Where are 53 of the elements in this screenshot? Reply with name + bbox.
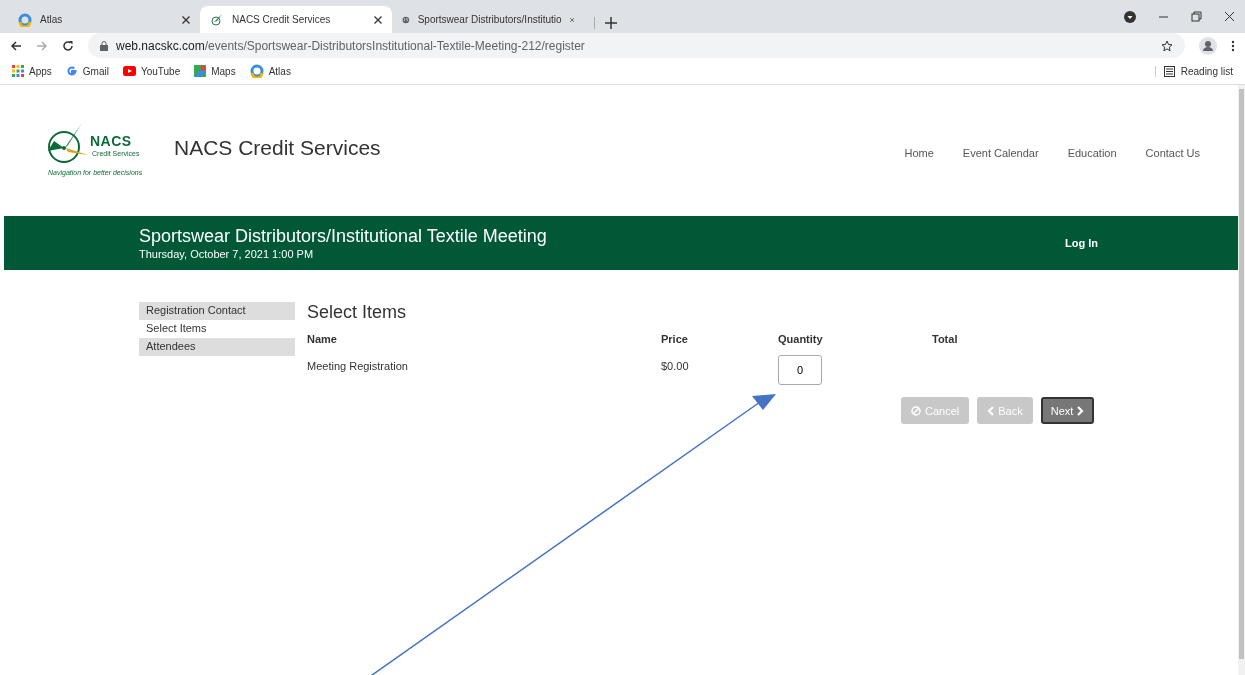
event-title: Sportswear Distributors/Institutional Textile Meeting — [139, 226, 547, 247]
back-arrow-icon[interactable] — [10, 39, 22, 52]
address-bar[interactable]: web.nacskc.com/events/Sportswear-DistributorsInstitutional-Textile-Meeting-212/register — [88, 33, 1185, 58]
column-header: Total — [932, 333, 959, 347]
section-title: Select Items — [307, 302, 408, 323]
bookmark[interactable]: Maps — [194, 65, 236, 77]
play-icon — [122, 66, 136, 76]
list-icon — [1163, 65, 1175, 77]
quantity-field[interactable]: 0 — [778, 355, 822, 385]
close-icon[interactable] — [1224, 11, 1235, 22]
close-icon[interactable] — [374, 15, 382, 24]
column-header: Name — [307, 333, 338, 347]
close-icon[interactable] — [182, 15, 190, 24]
restore-icon[interactable] — [1191, 11, 1202, 22]
g-logo-icon — [65, 65, 78, 77]
bookmark[interactable]: Gmail — [65, 65, 109, 77]
reading-list-button[interactable]: Reading list — [1154, 65, 1233, 77]
nav-link[interactable]: Home — [904, 146, 934, 159]
bookmark[interactable]: Apps — [12, 65, 52, 77]
step-item[interactable]: Registration Contact — [139, 302, 295, 320]
grid-icon — [12, 65, 24, 77]
nav-link[interactable]: Contact Us — [1145, 146, 1200, 159]
scrollbar-thumb[interactable] — [1239, 89, 1244, 659]
nav-link[interactable]: Education — [1067, 146, 1117, 159]
bookmark[interactable]: YouTube — [122, 65, 181, 77]
bookmark[interactable]: Atlas — [249, 64, 291, 78]
profile-icon[interactable] — [1199, 36, 1217, 55]
chevron-right-icon — [1077, 405, 1085, 416]
plus-icon[interactable] — [594, 17, 617, 29]
column-header: Price — [661, 333, 689, 347]
dropdown-icon[interactable] — [1124, 10, 1136, 23]
next-button[interactable]: Next — [1040, 397, 1095, 424]
site-name: NACS Credit Services — [174, 135, 381, 160]
ring-logo-icon — [18, 12, 32, 27]
browser-tab[interactable]: Sportswear Distributors/Institutio — [392, 6, 584, 33]
logo-wordmark: NACS — [90, 132, 132, 149]
lock-icon — [100, 40, 108, 51]
browser-tab[interactable]: NACS Credit Services — [200, 6, 392, 33]
table-cell: $0.00 — [661, 360, 689, 372]
chevron-left-icon — [987, 405, 995, 416]
browser-tab[interactable]: Atlas — [8, 6, 200, 33]
event-date: Thursday, October 7, 2021 1:00 PM — [139, 248, 315, 260]
step-item[interactable]: Attendees — [139, 338, 295, 356]
ring-logo-icon — [249, 64, 264, 78]
table-cell: Meeting Registration — [307, 360, 408, 372]
ban-icon — [911, 405, 921, 416]
star-icon[interactable] — [1161, 39, 1173, 52]
menu-icon[interactable] — [1231, 39, 1235, 52]
nav-link[interactable]: Event Calendar — [962, 146, 1039, 159]
login-link[interactable]: Log In — [1065, 237, 1098, 249]
map-icon — [194, 65, 207, 77]
reload-icon[interactable] — [62, 39, 74, 52]
column-header: Quantity — [778, 333, 824, 347]
